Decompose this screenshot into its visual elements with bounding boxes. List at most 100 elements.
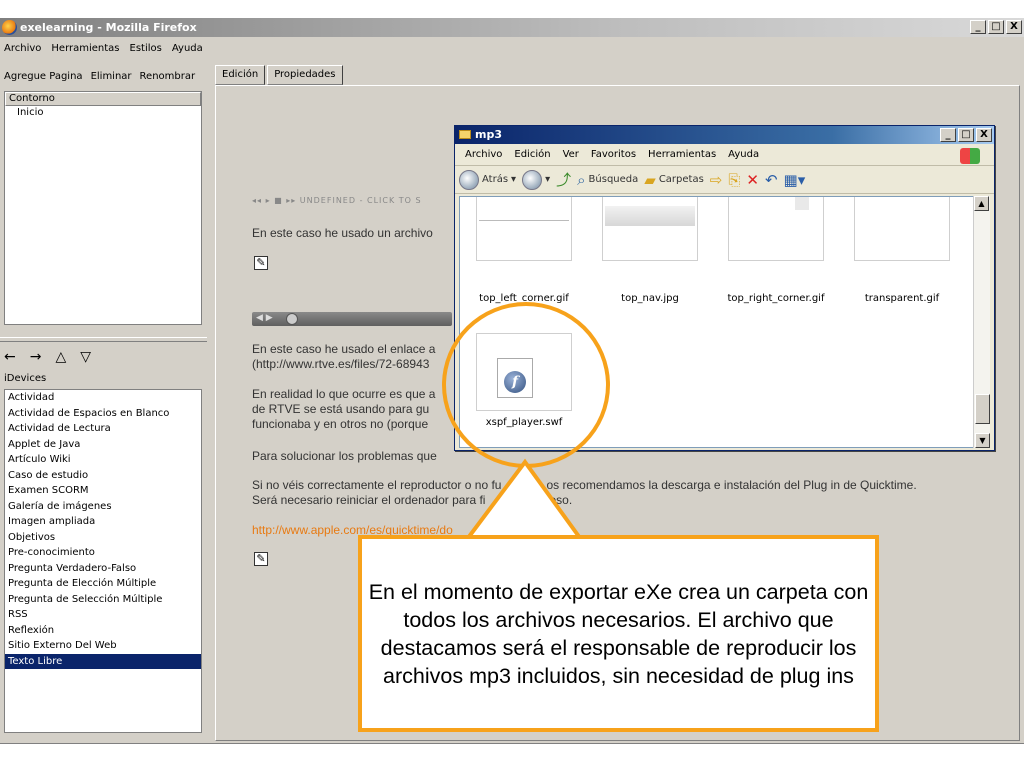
window-title: exelearning - Mozilla Firefox: [20, 21, 197, 34]
search-button[interactable]: ⌕ Búsqueda: [577, 171, 638, 189]
file-name[interactable]: top_right_corner.gif: [716, 293, 836, 304]
undo-icon[interactable]: ↶: [765, 171, 778, 189]
explorer-titlebar[interactable]: mp3 _ □ X: [455, 126, 994, 144]
paragraph-1: En este caso he usado un archivo: [252, 226, 433, 240]
list-item[interactable]: Actividad de Lectura: [5, 421, 201, 437]
player-controls-icon[interactable]: ◀ ▶: [256, 313, 273, 323]
list-item[interactable]: Sitio Externo Del Web: [5, 638, 201, 654]
list-item[interactable]: Actividad: [5, 390, 201, 406]
move-to-icon[interactable]: ⇨: [710, 171, 723, 189]
add-page-button[interactable]: Agregue Pagina: [4, 71, 83, 82]
menu-ayuda[interactable]: Ayuda: [172, 43, 203, 54]
player-seek-knob[interactable]: [286, 313, 298, 325]
list-item[interactable]: Galería de imágenes: [5, 499, 201, 515]
paragraph-5b-tail: el proceso.: [513, 493, 573, 507]
left-pane: Agregue Pagina Eliminar Renombrar Contor…: [0, 59, 207, 743]
explorer-window-controls: _ □ X: [940, 128, 992, 142]
move-up-icon[interactable]: △: [55, 349, 66, 365]
forward-button[interactable]: ▾: [522, 169, 550, 190]
thumbnail-top-right-corner[interactable]: [728, 197, 824, 261]
file-name[interactable]: transparent.gif: [842, 293, 962, 304]
list-item-selected[interactable]: Texto Libre: [5, 653, 201, 669]
list-item[interactable]: Reflexión: [5, 623, 201, 639]
menu-estilos[interactable]: Estilos: [130, 43, 162, 54]
explorer-close-button[interactable]: X: [976, 128, 992, 142]
back-button[interactable]: Atrás ▾: [459, 169, 516, 190]
edit-icon[interactable]: ✎: [254, 552, 268, 566]
audio-player-1[interactable]: ◂◂ ▸ ■ ▸▸ UNDEFINED - CLICK TO S: [252, 196, 457, 210]
outline-header[interactable]: Contorno: [5, 92, 201, 106]
list-item[interactable]: Pregunta Verdadero-Falso: [5, 561, 201, 577]
audio-player-2[interactable]: ◀ ▶: [252, 312, 452, 326]
explorer-maximize-button[interactable]: □: [958, 128, 974, 142]
explorer-minimize-button[interactable]: _: [940, 128, 956, 142]
list-item[interactable]: Artículo Wiki: [5, 452, 201, 468]
menu-herramientas[interactable]: Herramientas: [51, 43, 119, 54]
list-item[interactable]: Caso de estudio: [5, 468, 201, 484]
list-item[interactable]: Pregunta de Elección Múltiple: [5, 576, 201, 592]
pane-splitter[interactable]: [0, 337, 207, 342]
explorer-menu-edicion[interactable]: Edición: [514, 149, 550, 160]
tab-propiedades[interactable]: Propiedades: [267, 65, 343, 85]
file-name[interactable]: top_nav.jpg: [590, 293, 710, 304]
demote-icon[interactable]: →: [30, 349, 42, 365]
paragraph-5b-head: Será necesario reiniciar el ordenador pa…: [252, 493, 486, 507]
paragraph-5a-tail: na, os recomendamos la descarga e instal…: [526, 478, 917, 492]
explorer-menu-ayuda[interactable]: Ayuda: [728, 149, 759, 160]
explorer-scrollbar[interactable]: ▲ ▼: [973, 196, 990, 448]
thumbnail-top-left-corner[interactable]: [476, 197, 572, 261]
folders-button[interactable]: ▰ Carpetas: [644, 171, 704, 189]
paragraph-2b: (http://www.rtve.es/files/72-68943: [252, 357, 430, 371]
promote-icon[interactable]: ←: [4, 349, 16, 365]
edit-icon[interactable]: ✎: [254, 256, 268, 270]
list-item[interactable]: Imagen ampliada: [5, 514, 201, 530]
explorer-menu-favoritos[interactable]: Favoritos: [591, 149, 636, 160]
search-icon: ⌕: [577, 170, 586, 189]
folders-icon: ▰: [644, 170, 656, 189]
scroll-down-icon[interactable]: ▼: [975, 433, 990, 448]
list-item[interactable]: RSS: [5, 607, 201, 623]
thumbnail-top-nav[interactable]: [602, 197, 698, 261]
thumbnail-transparent[interactable]: [854, 197, 950, 261]
explorer-menu-ver[interactable]: Ver: [563, 149, 579, 160]
menu-archivo[interactable]: Archivo: [4, 43, 41, 54]
paragraph-3c: funcionaba y en otros no (porque: [252, 417, 429, 431]
move-down-icon[interactable]: ▽: [80, 349, 91, 365]
list-item[interactable]: Pre-conocimiento: [5, 545, 201, 561]
idevices-list: Actividad Actividad de Espacios en Blanc…: [4, 389, 202, 733]
list-item[interactable]: Applet de Java: [5, 437, 201, 453]
folder-icon: [459, 130, 471, 139]
explorer-menu-bar: Archivo Edición Ver Favoritos Herramient…: [455, 144, 994, 166]
list-item[interactable]: Pregunta de Selección Múltiple: [5, 592, 201, 608]
folders-label: Carpetas: [658, 174, 704, 185]
list-item[interactable]: Examen SCORM: [5, 483, 201, 499]
up-folder-icon[interactable]: ⤴: [556, 169, 571, 190]
outline-item-inicio[interactable]: Inicio: [5, 106, 201, 120]
delete-button[interactable]: Eliminar: [91, 71, 132, 82]
close-button[interactable]: X: [1006, 20, 1022, 34]
paragraph-5a: Si no véis correctamente el reproductor …: [252, 478, 917, 492]
list-item[interactable]: Objetivos: [5, 530, 201, 546]
delete-icon[interactable]: ✕: [746, 171, 759, 189]
window-titlebar[interactable]: exelearning - Mozilla Firefox _ □ X: [0, 18, 1024, 37]
editor-tabs: Edición Propiedades: [215, 65, 345, 85]
paragraph-5b: Será necesario reiniciar el ordenador pa…: [252, 493, 572, 507]
copy-to-icon[interactable]: ⎘: [728, 171, 740, 189]
back-label: Atrás: [482, 174, 509, 185]
explorer-menu-herramientas[interactable]: Herramientas: [648, 149, 716, 160]
paragraph-3a: En realidad lo que ocurre es que a: [252, 387, 436, 401]
tab-edicion[interactable]: Edición: [215, 65, 266, 85]
views-icon[interactable]: ▦▾: [784, 171, 806, 189]
explorer-title: mp3: [475, 128, 502, 141]
forward-arrow-icon: [522, 169, 543, 190]
scroll-up-icon[interactable]: ▲: [974, 196, 989, 211]
outline-arrow-bar: ← → △ ▽: [4, 347, 204, 367]
maximize-button[interactable]: □: [988, 20, 1004, 34]
highlight-circle: [442, 302, 610, 468]
rename-button[interactable]: Renombrar: [140, 71, 196, 82]
window-controls: _ □ X: [970, 20, 1022, 34]
explorer-menu-archivo[interactable]: Archivo: [465, 149, 502, 160]
list-item[interactable]: Actividad de Espacios en Blanco: [5, 406, 201, 422]
scroll-thumb[interactable]: [975, 394, 990, 424]
minimize-button[interactable]: _: [970, 20, 986, 34]
